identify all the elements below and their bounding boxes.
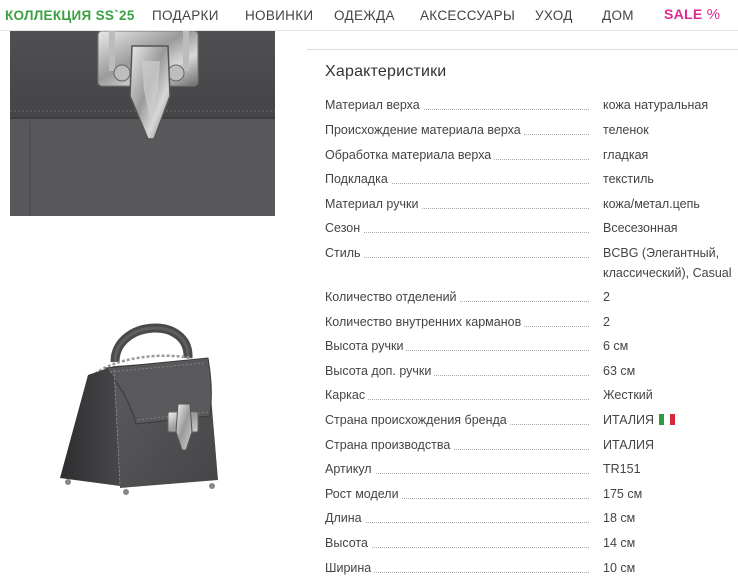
spec-value: кожа/метал.цепь: [603, 197, 700, 211]
spec-label: Ширина: [325, 561, 375, 575]
spec-title: Характеристики: [325, 63, 447, 80]
spec-label: Артикул: [325, 462, 375, 476]
spec-divider: [307, 49, 738, 50]
spec-value-text: ИТАЛИЯ: [603, 413, 655, 427]
nav-item-accessories[interactable]: АКСЕССУАРЫ: [420, 8, 515, 23]
spec-label: Страна производства: [325, 438, 454, 452]
spec-value: BCBG (Элегантный, классический), Casual: [603, 245, 738, 282]
spec-label: Материал ручки: [325, 197, 422, 211]
spec-value: 2: [603, 290, 610, 304]
spec-label: Сезон: [325, 221, 364, 235]
spec-label: Рост модели: [325, 487, 402, 501]
spec-value: 14 см: [603, 536, 636, 550]
nav-item-new[interactable]: НОВИНКИ: [245, 8, 313, 23]
bag-clasp-closeup-image: [10, 31, 275, 216]
bag-full-image: [60, 323, 218, 495]
spec-label: Обработка материала верха: [325, 148, 495, 162]
spec-label: Подкладка: [325, 172, 391, 186]
spec-value: 18 см: [603, 511, 636, 525]
spec-value: 10 см: [603, 561, 636, 575]
spec-value: TR151: [603, 462, 641, 476]
spec-label: Стиль: [325, 246, 364, 260]
spec-value: ИТАЛИЯ: [603, 412, 738, 429]
spec-label: Происхождение материала верха: [325, 123, 524, 137]
spec-value: 6 см: [603, 339, 629, 353]
spec-value-line: классический), Casual: [603, 266, 732, 280]
sale-percent-icon: %: [706, 6, 721, 23]
spec-value: 175 см: [603, 487, 643, 501]
top-navigation: КОЛЛЕКЦИЯ SS`25 ПОДАРКИ НОВИНКИ ОДЕЖДА А…: [0, 0, 738, 31]
spec-label: Длина: [325, 511, 365, 525]
nav-item-collection[interactable]: КОЛЛЕКЦИЯ SS`25: [5, 8, 135, 23]
spec-label: Количество отделений: [325, 290, 460, 304]
spec-value: ИТАЛИЯ: [603, 438, 655, 452]
spec-label: Материал верха: [325, 98, 423, 112]
spec-value: Жесткий: [603, 388, 653, 402]
spec-label: Количество внутренних карманов: [325, 315, 525, 329]
spec-value: Всесезонная: [603, 221, 678, 235]
product-photo-closeup[interactable]: [10, 31, 275, 216]
sale-label: SALE: [664, 6, 703, 22]
spec-value: гладкая: [603, 148, 649, 162]
spec-value: кожа натуральная: [603, 98, 709, 112]
product-photo-full[interactable]: [40, 300, 255, 510]
spec-label: Высота ручки: [325, 339, 407, 353]
italy-flag-icon: [659, 414, 676, 425]
spec-label: Страна происхождения бренда: [325, 413, 510, 427]
spec-label: Каркас: [325, 388, 369, 402]
spec-label: Высота доп. ручки: [325, 364, 435, 378]
nav-item-sale[interactable]: SALE %: [664, 6, 720, 23]
spec-value: текстиль: [603, 172, 654, 186]
spec-value: 63 см: [603, 364, 636, 378]
spec-value: теленок: [603, 123, 649, 137]
nav-item-home[interactable]: ДОМ: [602, 8, 634, 23]
nav-item-care[interactable]: УХОД: [535, 8, 573, 23]
spec-label: Высота: [325, 536, 371, 550]
nav-item-gifts[interactable]: ПОДАРКИ: [152, 8, 219, 23]
spec-value: 2: [603, 315, 610, 329]
spec-value-line: BCBG (Элегантный,: [603, 246, 720, 260]
nav-item-clothing[interactable]: ОДЕЖДА: [334, 8, 395, 23]
